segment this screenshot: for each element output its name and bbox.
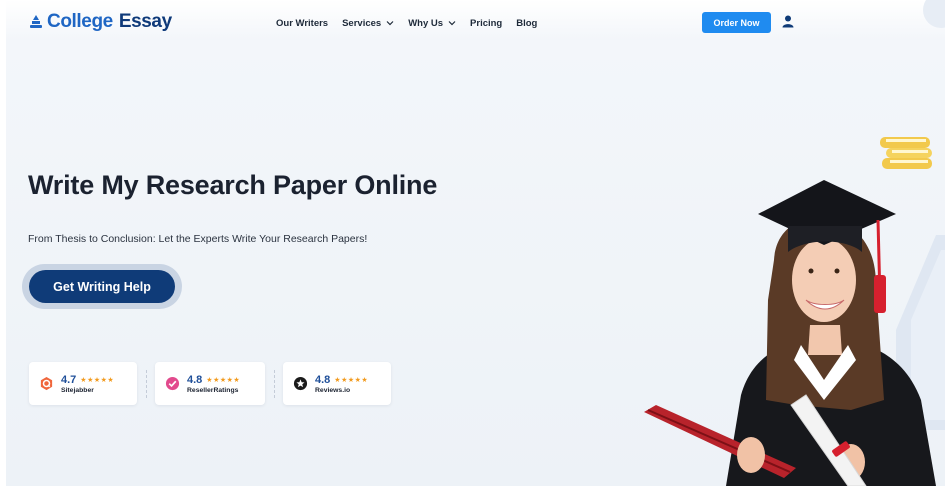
logo[interactable]: College Essay — [29, 10, 172, 34]
nav-item-services[interactable]: Services — [342, 18, 394, 29]
rating-score: 4.7 — [61, 373, 77, 386]
rating-source: Reviews.io — [315, 386, 351, 394]
page-title: Write My Research Paper Online — [28, 170, 438, 200]
books-icon — [880, 137, 932, 169]
get-writing-help-button[interactable]: Get Writing Help — [29, 270, 175, 303]
nav-label: Our Writers — [276, 17, 329, 29]
page: College Essay Our Writers Services Why Us… — [0, 0, 949, 486]
logo-text-second: Essay — [118, 11, 172, 32]
resellerratings-icon — [165, 376, 180, 391]
star-rating: ★★★★★ — [334, 376, 369, 384]
star-rating: ★★★★★ — [80, 376, 115, 384]
nav-item-our-writers[interactable]: Our Writers — [276, 18, 328, 29]
hero-subtitle: From Thesis to Conclusion: Let the Exper… — [28, 233, 368, 245]
user-icon[interactable] — [782, 15, 794, 28]
rating-source: Sitejabber — [61, 386, 94, 394]
nav-label: Why Us — [408, 17, 444, 29]
reviews-io-icon — [293, 376, 308, 391]
star-rating: ★★★★★ — [206, 376, 241, 384]
graduate-illustration — [644, 180, 936, 486]
nav-item-why-us[interactable]: Why Us — [408, 18, 456, 29]
rating-card-sitejabber[interactable]: 4.7 ★★★★★ Sitejabber — [29, 362, 137, 405]
nav-label: Blog — [516, 17, 538, 29]
logo-text-first: College — [47, 11, 113, 32]
logo-icon — [30, 15, 42, 28]
rating-score: 4.8 — [315, 373, 331, 386]
divider — [274, 370, 275, 398]
rating-card-reviews-io[interactable]: 4.8 ★★★★★ Reviews.io — [283, 362, 391, 405]
nav-label: Services — [342, 17, 382, 29]
nav-item-pricing[interactable]: Pricing — [470, 18, 502, 29]
sitejabber-icon — [40, 376, 53, 391]
chevron-down-icon — [448, 21, 456, 26]
main-nav: Our Writers Services Why Us Pricing Blog — [276, 16, 537, 30]
rating-score: 4.8 — [187, 373, 203, 386]
nav-label: Pricing — [470, 17, 503, 29]
rating-source: ResellerRatings — [187, 386, 239, 394]
rating-card-resellerratings[interactable]: 4.8 ★★★★★ ResellerRatings — [155, 362, 265, 405]
chevron-down-icon — [386, 21, 394, 26]
nav-item-blog[interactable]: Blog — [516, 18, 537, 29]
order-now-button[interactable]: Order Now — [702, 12, 771, 33]
divider — [146, 370, 147, 398]
